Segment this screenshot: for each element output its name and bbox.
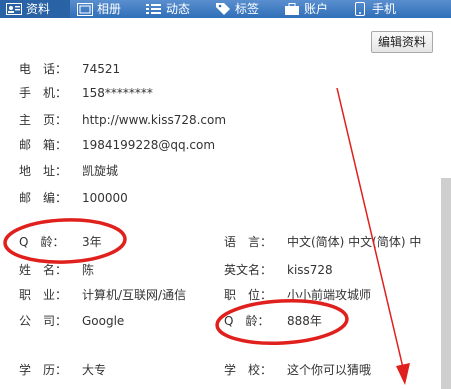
- occupation-label: 职 业：: [19, 288, 68, 302]
- english-name-label: 英文名：: [224, 263, 273, 277]
- annotation-overlay: [3, 87, 410, 385]
- tag-icon: [215, 2, 231, 16]
- tab-activity[interactable]: 动态: [146, 0, 190, 18]
- homepage-label: 主 页：: [19, 113, 68, 127]
- surname-label: 姓 名：: [19, 263, 68, 277]
- company-value: Google: [82, 314, 125, 328]
- surname-value: 陈: [82, 263, 95, 277]
- qage-label: Q 龄：: [19, 235, 65, 249]
- profile-card-icon: [6, 2, 22, 16]
- list-icon: [146, 2, 162, 16]
- homepage-link[interactable]: http://www.kiss728.com: [82, 112, 226, 128]
- address-label: 地 址：: [19, 164, 68, 178]
- postcode-value: 100000: [82, 191, 128, 205]
- school-value: 这个你可以猜哦: [287, 363, 372, 377]
- annotation-arrow-line: [336, 87, 405, 373]
- tab-label: 动态: [166, 2, 191, 16]
- tab-account[interactable]: 账户: [284, 0, 328, 18]
- vertical-scrollbar[interactable]: [441, 178, 451, 389]
- top-tab-bar: 资料 相册 动态 标签 账户 手机: [0, 0, 451, 18]
- education-label: 学 历：: [19, 363, 68, 377]
- position-label: 职 位：: [224, 288, 273, 302]
- qage-value: 3年: [82, 235, 102, 249]
- education-value: 大专: [82, 363, 107, 377]
- email-label: 邮 箱：: [19, 138, 68, 152]
- phone-icon: [352, 2, 368, 16]
- english-name-value: kiss728: [287, 263, 333, 277]
- phone-value: 74521: [82, 62, 121, 76]
- tab-profile[interactable]: 资料: [0, 0, 70, 18]
- qage2-label: Q 龄：: [224, 314, 270, 328]
- school-label: 学 校：: [224, 363, 273, 377]
- qage2-value: 888年: [287, 314, 322, 328]
- annotation-arrow-head-icon: [396, 363, 410, 385]
- email-value: 1984199228@qq.com: [82, 138, 216, 152]
- tab-label: 资料: [26, 2, 51, 16]
- address-value: 凯旋城: [82, 164, 119, 178]
- language-label: 语 言：: [224, 235, 273, 249]
- phone-label: 电 话：: [19, 62, 68, 76]
- language-value: 中文(简体) 中文(简体) 中: [287, 235, 422, 249]
- tab-label: 标签: [235, 2, 260, 16]
- occupation-value: 计算机/互联网/通信: [82, 288, 187, 302]
- position-value: 小小前端攻城师: [287, 288, 372, 302]
- tab-tags[interactable]: 标签: [215, 0, 259, 18]
- tab-label: 相册: [97, 2, 122, 16]
- tab-album[interactable]: 相册: [77, 0, 121, 18]
- postcode-label: 邮 编：: [19, 191, 68, 205]
- mobile-label: 手 机：: [19, 86, 68, 100]
- tab-label: 账户: [304, 2, 329, 16]
- briefcase-icon: [284, 2, 300, 16]
- mobile-value: 158********: [82, 86, 153, 100]
- tab-mobile[interactable]: 手机: [352, 0, 396, 18]
- photo-album-icon: [77, 2, 93, 16]
- company-label: 公 司：: [19, 314, 68, 328]
- tab-label: 手机: [372, 2, 397, 16]
- edit-profile-button[interactable]: 编辑资料: [371, 31, 433, 53]
